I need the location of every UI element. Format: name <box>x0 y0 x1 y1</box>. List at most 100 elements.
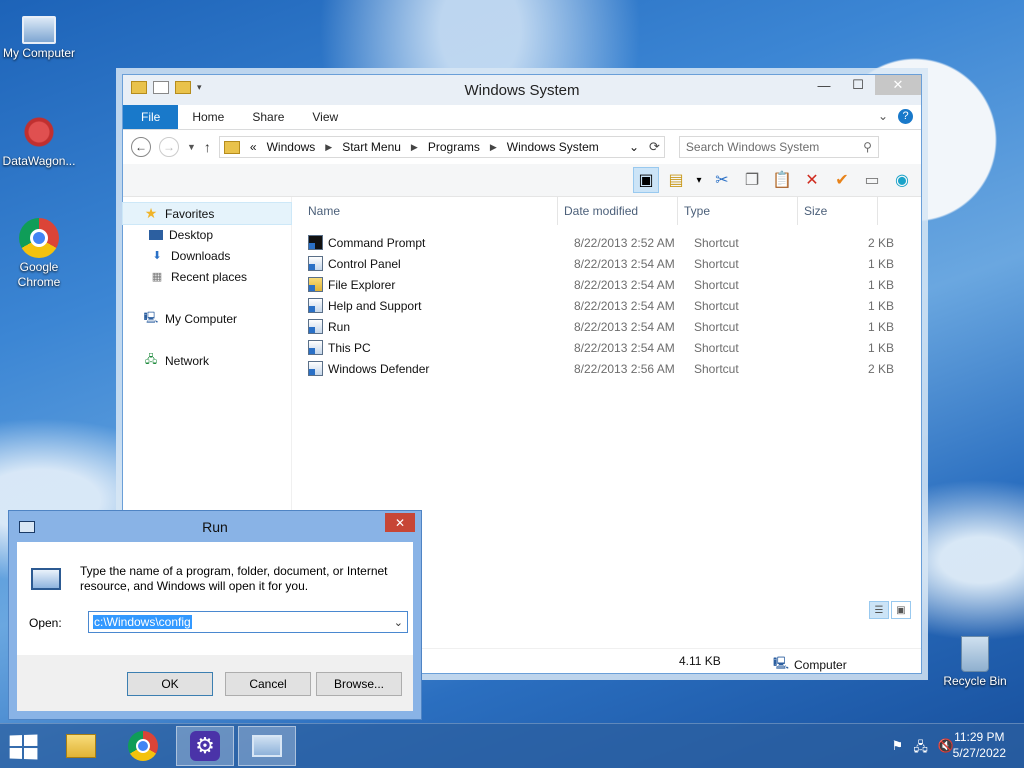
open-combobox[interactable]: c:\Windows\config ⌄ <box>88 611 408 633</box>
paste-icon[interactable]: 📋 <box>769 167 795 193</box>
desktop-icon-label: My Computer <box>2 46 76 60</box>
minimize-button[interactable]: — <box>807 75 841 95</box>
close-button[interactable]: ✕ <box>875 75 921 95</box>
forward-button[interactable]: → <box>159 137 179 157</box>
close-button[interactable]: ✕ <box>385 513 415 532</box>
cancel-button[interactable]: Cancel <box>225 672 311 696</box>
recycle-bin-icon <box>961 636 989 672</box>
file-date: 8/22/2013 2:54 AM <box>574 298 675 313</box>
tab-view[interactable]: View <box>298 105 352 129</box>
tab-file[interactable]: File <box>123 105 179 129</box>
table-row[interactable]: Command Prompt 8/22/2013 2:52 AM Shortcu… <box>292 232 921 253</box>
nav-favorites[interactable]: ★ Favorites <box>122 202 292 225</box>
help-icon <box>308 298 323 313</box>
file-date: 8/22/2013 2:52 AM <box>574 235 675 250</box>
windows-start-icon[interactable] <box>9 734 38 760</box>
breadcrumb-windows[interactable]: Windows <box>267 140 316 154</box>
preview-pane-icon[interactable]: ▣ <box>633 167 659 193</box>
column-header-size[interactable]: Size <box>798 197 878 225</box>
breadcrumb-separator-icon[interactable]: ▶ <box>411 142 418 153</box>
taskbar-run[interactable] <box>238 726 296 766</box>
desktop-icon-recycle-bin[interactable]: Recycle Bin <box>936 636 1014 689</box>
file-size: 1 KB <box>867 340 894 355</box>
copy-icon[interactable]: ❐ <box>739 167 765 193</box>
file-size: 2 KB <box>867 361 894 376</box>
open-input-value[interactable]: c:\Windows\config <box>93 615 192 629</box>
downloads-icon: ⬇ <box>152 250 162 262</box>
properties-icon[interactable]: ▤ <box>663 167 689 193</box>
nav-item-label: Downloads <box>171 248 231 263</box>
file-type: Shortcut <box>694 361 739 376</box>
cut-icon[interactable]: ✂ <box>709 167 735 193</box>
folder-icon <box>66 734 96 758</box>
globe-icon[interactable]: ◉ <box>889 167 915 193</box>
file-date: 8/22/2013 2:56 AM <box>574 361 675 376</box>
breadcrumb-separator-icon[interactable]: ▶ <box>325 142 332 153</box>
column-header-date[interactable]: Date modified <box>558 197 678 225</box>
back-button[interactable]: ← <box>131 137 151 157</box>
checkmark-icon[interactable]: ✔ <box>829 167 855 193</box>
desktop-icon-label: DataWagon... <box>2 154 76 168</box>
details-view-icon[interactable]: ☰ <box>869 601 889 619</box>
column-header-type[interactable]: Type <box>678 197 798 225</box>
refresh-icon[interactable]: ⟳ <box>649 139 660 155</box>
nav-my-computer[interactable]: 🖳 My Computer <box>123 308 291 329</box>
chrome-icon <box>19 218 59 258</box>
desktop-icon-datawagon[interactable]: DataWagon... <box>0 112 78 169</box>
chevron-down-icon[interactable]: ▾ <box>693 167 705 193</box>
star-icon: ★ <box>144 205 158 221</box>
taskbar-clock[interactable]: 11:29 PM 5/27/2022 <box>953 729 1006 761</box>
file-size: 1 KB <box>867 298 894 313</box>
computer-icon: 🖳 <box>773 656 790 670</box>
run-body: Type the name of a program, folder, docu… <box>17 542 413 655</box>
up-arrow-icon[interactable]: ↑ <box>204 139 211 155</box>
nav-desktop[interactable]: Desktop <box>123 224 291 245</box>
chevron-down-icon[interactable]: ⌄ <box>629 140 639 154</box>
table-row[interactable]: Windows Defender 8/22/2013 2:56 AM Short… <box>292 358 921 379</box>
search-input[interactable]: Search Windows System ⚲ <box>678 136 879 158</box>
desktop-icon-google-chrome[interactable]: Google Chrome <box>0 218 78 290</box>
breadcrumb-windows-system[interactable]: Windows System <box>507 140 599 154</box>
table-row[interactable]: File Explorer 8/22/2013 2:54 AM Shortcut… <box>292 274 921 295</box>
nav-recent-places[interactable]: ▦ Recent places <box>123 266 291 287</box>
desktop-icon-my-computer[interactable]: My Computer <box>0 10 78 61</box>
breadcrumb-programs[interactable]: Programs <box>428 140 480 154</box>
action-center-flag-icon[interactable]: ⚑ <box>892 738 904 760</box>
maximize-button[interactable]: ☐ <box>841 75 875 95</box>
table-row[interactable]: This PC 8/22/2013 2:54 AM Shortcut 1 KB <box>292 337 921 358</box>
run-icon <box>252 735 282 757</box>
taskbar-chrome[interactable] <box>114 726 172 766</box>
volume-muted-icon[interactable]: 🔇 <box>938 738 954 760</box>
tab-share[interactable]: Share <box>238 105 298 129</box>
chevron-down-icon[interactable]: ⌄ <box>878 109 888 124</box>
large-icons-view-icon[interactable]: ▣ <box>891 601 911 619</box>
table-row[interactable]: Help and Support 8/22/2013 2:54 AM Short… <box>292 295 921 316</box>
address-bar[interactable]: « Windows ▶ Start Menu ▶ Programs ▶ Wind… <box>218 136 665 158</box>
breadcrumb-start-menu[interactable]: Start Menu <box>342 140 401 154</box>
recent-locations-icon[interactable]: ▼ <box>187 142 196 152</box>
delete-icon[interactable]: ✕ <box>799 167 825 193</box>
table-row[interactable]: Control Panel 8/22/2013 2:54 AM Shortcut… <box>292 253 921 274</box>
rename-icon[interactable]: ▭ <box>859 167 885 193</box>
run-titlebar[interactable]: Run ✕ <box>9 511 421 542</box>
table-row[interactable]: Run 8/22/2013 2:54 AM Shortcut 1 KB <box>292 316 921 337</box>
column-header-name[interactable]: Name <box>292 197 558 225</box>
explorer-titlebar[interactable]: ▾ Windows System — ☐ ✕ <box>123 75 921 105</box>
breadcrumb-separator-icon[interactable]: ▶ <box>490 142 497 153</box>
status-location: 🖳 Computer <box>773 654 847 675</box>
address-overflow[interactable]: « <box>250 140 257 154</box>
run-icon <box>308 319 323 334</box>
chevron-down-icon[interactable]: ⌄ <box>394 616 403 629</box>
taskbar-file-explorer[interactable] <box>52 726 110 766</box>
this-pc-icon <box>308 340 323 355</box>
help-icon[interactable]: ? <box>898 109 913 124</box>
window-title: Windows System <box>464 82 580 99</box>
network-icon[interactable]: 🖧 <box>913 738 928 760</box>
tab-home[interactable]: Home <box>178 105 238 129</box>
nav-downloads[interactable]: ⬇ Downloads <box>123 245 291 266</box>
ok-button[interactable]: OK <box>127 672 213 696</box>
taskbar-settings[interactable]: ⚙ <box>176 726 234 766</box>
command-toolbar: ▣ ▤ ▾ ✂ ❐ 📋 ✕ ✔ ▭ ◉ <box>123 164 921 197</box>
browse-button[interactable]: Browse... <box>316 672 402 696</box>
nav-network[interactable]: 🖧 Network <box>123 350 291 371</box>
